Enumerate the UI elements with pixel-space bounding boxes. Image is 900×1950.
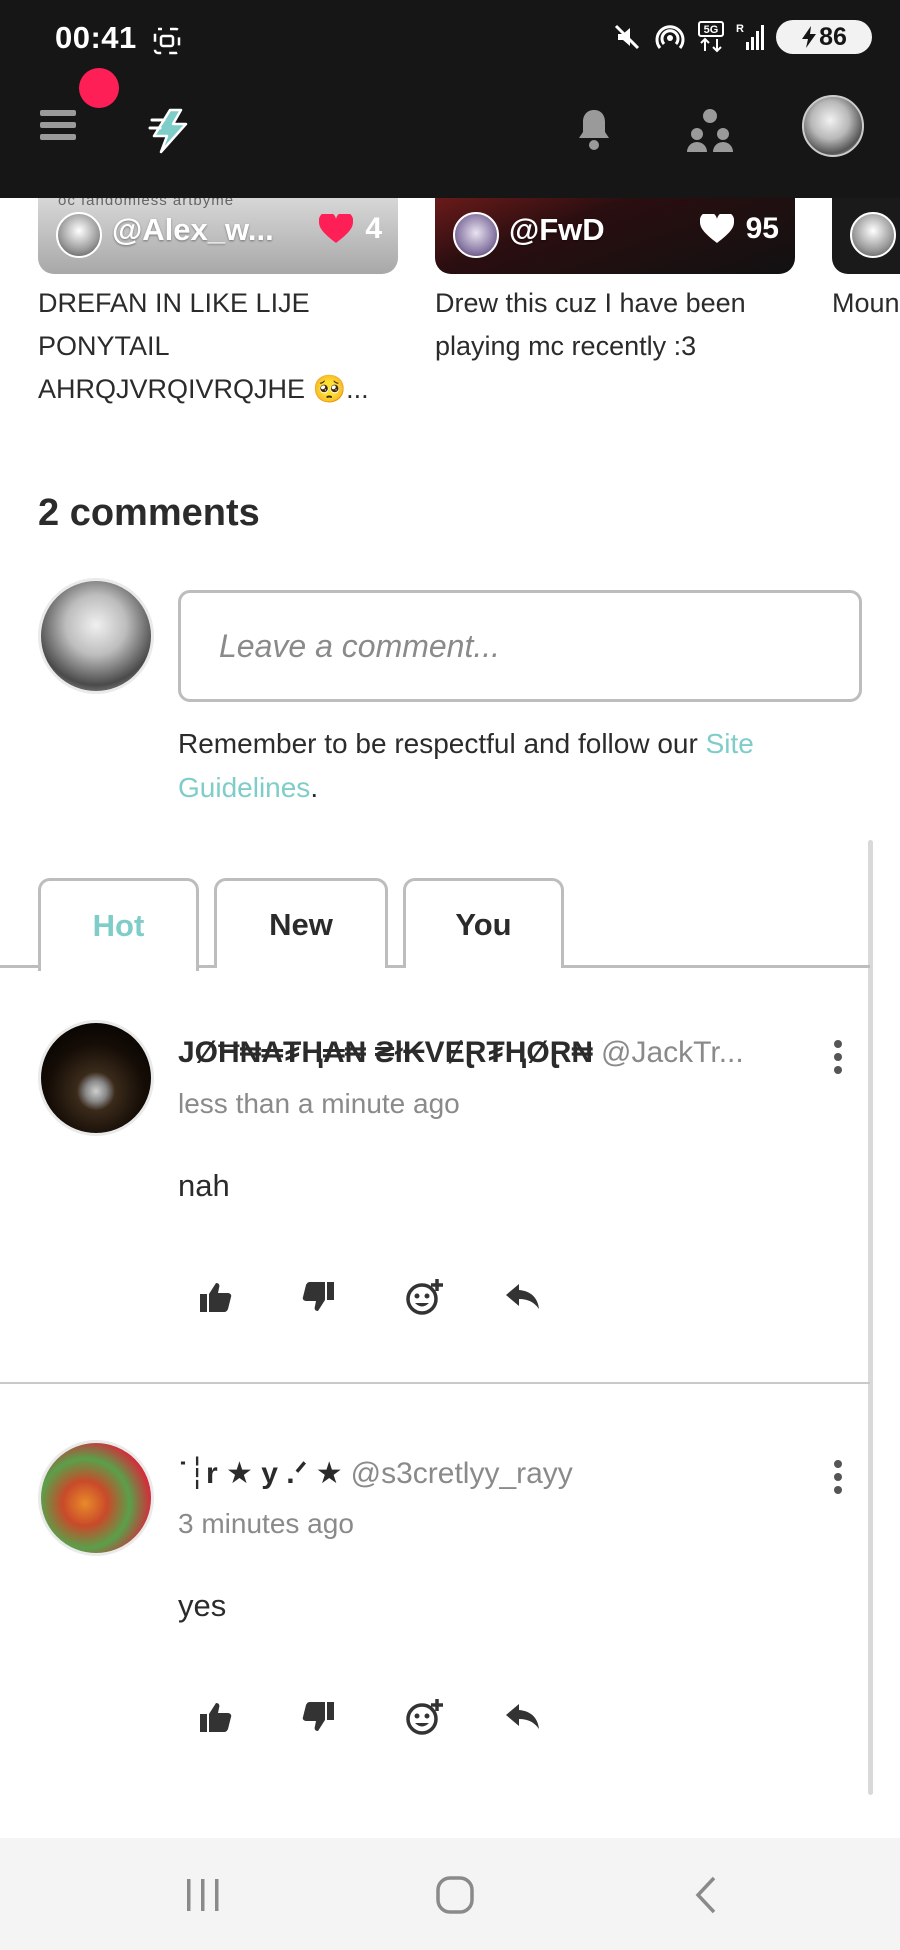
bell-icon[interactable] — [574, 106, 614, 152]
like-button[interactable] — [200, 1272, 302, 1322]
menu-icon[interactable] — [40, 110, 76, 146]
heart-icon — [319, 214, 354, 243]
signal-icon: R — [736, 23, 764, 50]
system-nav-bar — [0, 1838, 900, 1950]
likes: 4 — [319, 212, 382, 246]
post-thumbnail[interactable]: @FwD 95 — [435, 198, 795, 274]
mute-icon — [614, 24, 640, 50]
scrollbar[interactable] — [868, 840, 873, 1795]
post-thumbnail[interactable]: oc fandomless artbyme @Alex_w... 4 — [38, 198, 398, 274]
comment-time: 3 minutes ago — [178, 1508, 354, 1539]
home-icon — [436, 1876, 474, 1914]
hotspot-icon — [655, 25, 685, 49]
comment-text: nah — [178, 1168, 230, 1203]
related-posts: oc fandomless artbyme @Alex_w... 4 DREFA… — [0, 198, 900, 428]
reply-button[interactable] — [506, 1692, 608, 1742]
dislike-button[interactable] — [302, 1692, 404, 1742]
author-handle: @FwD — [509, 212, 605, 247]
commenter-handle[interactable]: @s3cretlyy_rayy — [351, 1457, 573, 1490]
more-options-icon[interactable] — [826, 1460, 850, 1502]
tab-hot[interactable]: Hot — [38, 878, 199, 971]
likes: 95 — [699, 212, 779, 246]
guideline-notice: Remember to be respectful and follow our… — [178, 722, 838, 810]
commenter-avatar[interactable] — [38, 1020, 154, 1136]
comment-input[interactable] — [178, 590, 862, 702]
thumbs-up-icon — [200, 1703, 232, 1732]
thumbs-down-icon — [302, 1702, 334, 1731]
author-avatar — [56, 212, 102, 258]
commenter-name[interactable]: ˙┆r ★ y .ᐟ ★ — [178, 1457, 343, 1490]
recent-apps-button[interactable] — [178, 1868, 228, 1922]
commenter-name[interactable]: JØĦ₦₳₮Ⱨ₳₦ ₴ł₭VɆⱤ₮ⱧØⱤ₦ — [178, 1036, 593, 1069]
screenshot-icon — [153, 27, 181, 55]
notification-dot — [79, 68, 119, 108]
guideline-suffix: . — [310, 772, 319, 803]
add-reaction-icon — [406, 1699, 443, 1735]
back-button[interactable] — [682, 1868, 732, 1922]
comment-divider — [0, 1382, 870, 1384]
tab-new[interactable]: New — [214, 878, 388, 968]
svg-text:R: R — [736, 23, 744, 35]
home-button[interactable] — [430, 1868, 480, 1922]
comment-header: JØĦ₦₳₮Ⱨ₳₦ ₴ł₭VɆⱤ₮ⱧØⱤ₦ @JackTr... — [178, 1036, 788, 1070]
dislike-button[interactable] — [302, 1272, 404, 1322]
heart-icon — [699, 214, 734, 243]
react-button[interactable] — [404, 1692, 506, 1742]
comment-actions — [200, 1272, 608, 1322]
post-title[interactable]: Drew this cuz I have been playing mc rec… — [435, 282, 795, 368]
back-icon — [695, 1876, 716, 1914]
comments-count: 2 comments — [38, 492, 260, 534]
author-avatar — [453, 212, 499, 258]
comment-sort-tabs: Hot New You — [0, 878, 900, 971]
comment-actions — [200, 1692, 608, 1742]
commenter-avatar[interactable] — [38, 1440, 154, 1556]
more-options-icon[interactable] — [826, 1040, 850, 1082]
network-label: 5G — [704, 24, 719, 36]
author-avatar — [850, 212, 896, 258]
reply-icon — [506, 1704, 539, 1729]
battery-indicator: 86 — [776, 20, 872, 54]
post-title[interactable]: DREFAN IN LIKE LIJE PONYTAIL AHRQJVRQIVR… — [38, 282, 398, 411]
battery-charging-icon — [802, 26, 817, 48]
post-title[interactable]: Moun — [832, 282, 900, 325]
comment-time: less than a minute ago — [178, 1088, 460, 1119]
app-bar — [0, 68, 900, 198]
my-avatar — [38, 578, 154, 694]
recent-apps-icon — [187, 1879, 219, 1911]
post-thumbnail[interactable] — [832, 198, 900, 274]
data-arrows-icon: 5G — [698, 21, 724, 53]
reply-icon — [506, 1284, 539, 1309]
status-bar: 00:41 5G R 86 — [0, 0, 900, 68]
thumbs-up-icon — [200, 1283, 232, 1312]
user-avatar[interactable] — [802, 95, 864, 157]
screen: 00:41 5G R 86 oc fandomless artbyme @Ale… — [0, 0, 900, 1950]
like-button[interactable] — [200, 1692, 302, 1742]
tab-you[interactable]: You — [403, 878, 564, 968]
reply-button[interactable] — [506, 1272, 608, 1322]
post-tags: oc fandomless artbyme — [58, 198, 235, 209]
commenter-handle[interactable]: @JackTr... — [601, 1036, 744, 1069]
logo-icon[interactable] — [148, 106, 194, 156]
react-button[interactable] — [404, 1272, 506, 1322]
comment-text: yes — [178, 1588, 227, 1623]
guideline-text: Remember to be respectful and follow our — [178, 728, 706, 759]
battery-level: 86 — [819, 22, 847, 51]
like-count: 95 — [745, 212, 779, 245]
comment-header: ˙┆r ★ y .ᐟ ★ @s3cretlyy_rayy — [178, 1456, 788, 1491]
add-reaction-icon — [406, 1279, 443, 1315]
people-icon[interactable] — [686, 106, 734, 152]
thumbs-down-icon — [302, 1282, 334, 1311]
author-handle: @Alex_w... — [112, 212, 274, 247]
like-count: 4 — [365, 212, 382, 245]
status-icons: 5G R 86 — [612, 20, 872, 54]
status-time: 00:41 — [55, 20, 137, 55]
